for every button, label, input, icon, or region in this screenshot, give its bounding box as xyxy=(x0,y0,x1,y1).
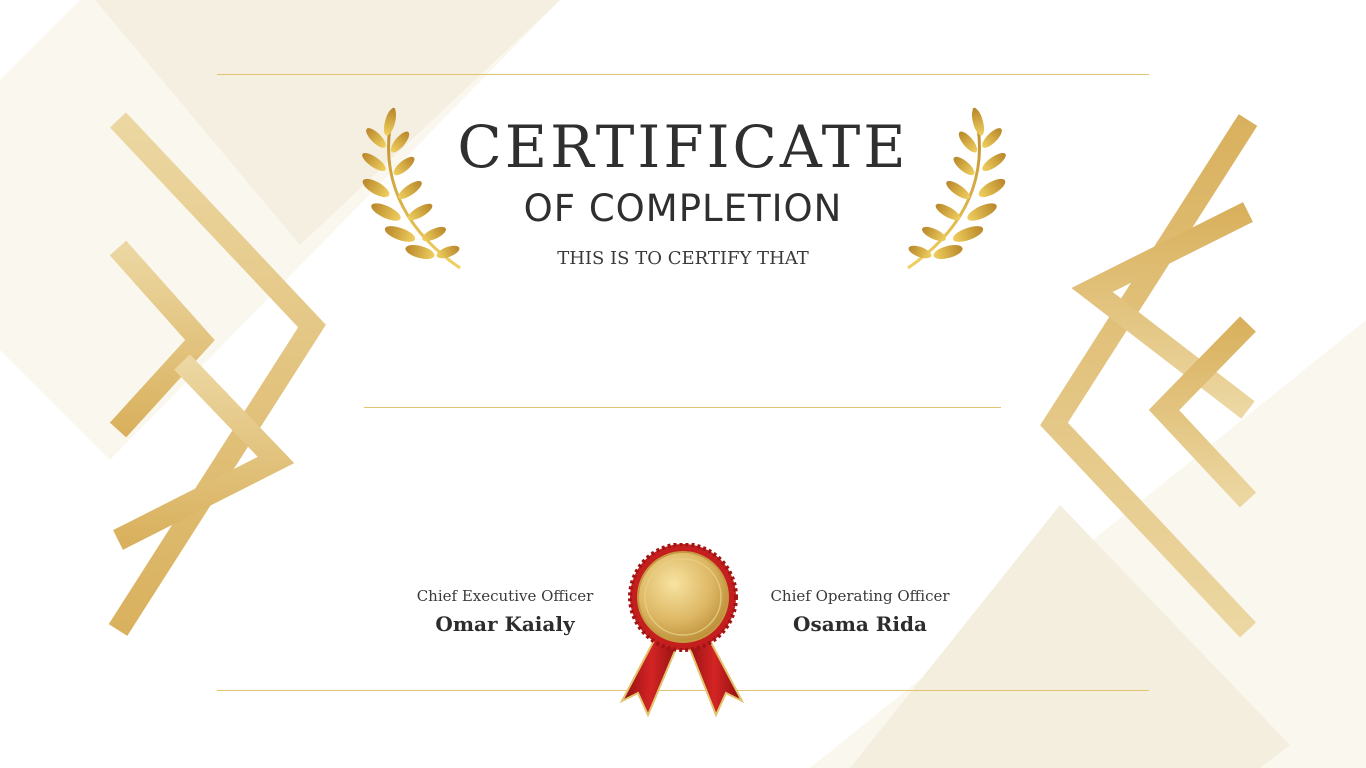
certify-statement: THIS IS TO CERTIFY THAT xyxy=(557,248,809,269)
right-chevron-decoration xyxy=(1040,114,1258,638)
signatory-role-coo: Chief Operating Officer xyxy=(770,587,950,605)
left-chevron-decoration xyxy=(108,112,326,636)
certificate-title: CERTIFICATE xyxy=(457,113,909,181)
top-rule xyxy=(217,74,1149,75)
signatory-name-coo: Osama Rida xyxy=(793,612,927,636)
signatory-role-ceo: Chief Executive Officer xyxy=(416,587,594,605)
name-line xyxy=(364,407,1001,408)
signatory-name-ceo: Omar Kaialy xyxy=(435,612,575,636)
certificate-subtitle: OF COMPLETION xyxy=(523,187,843,230)
award-seal-icon xyxy=(619,543,745,718)
